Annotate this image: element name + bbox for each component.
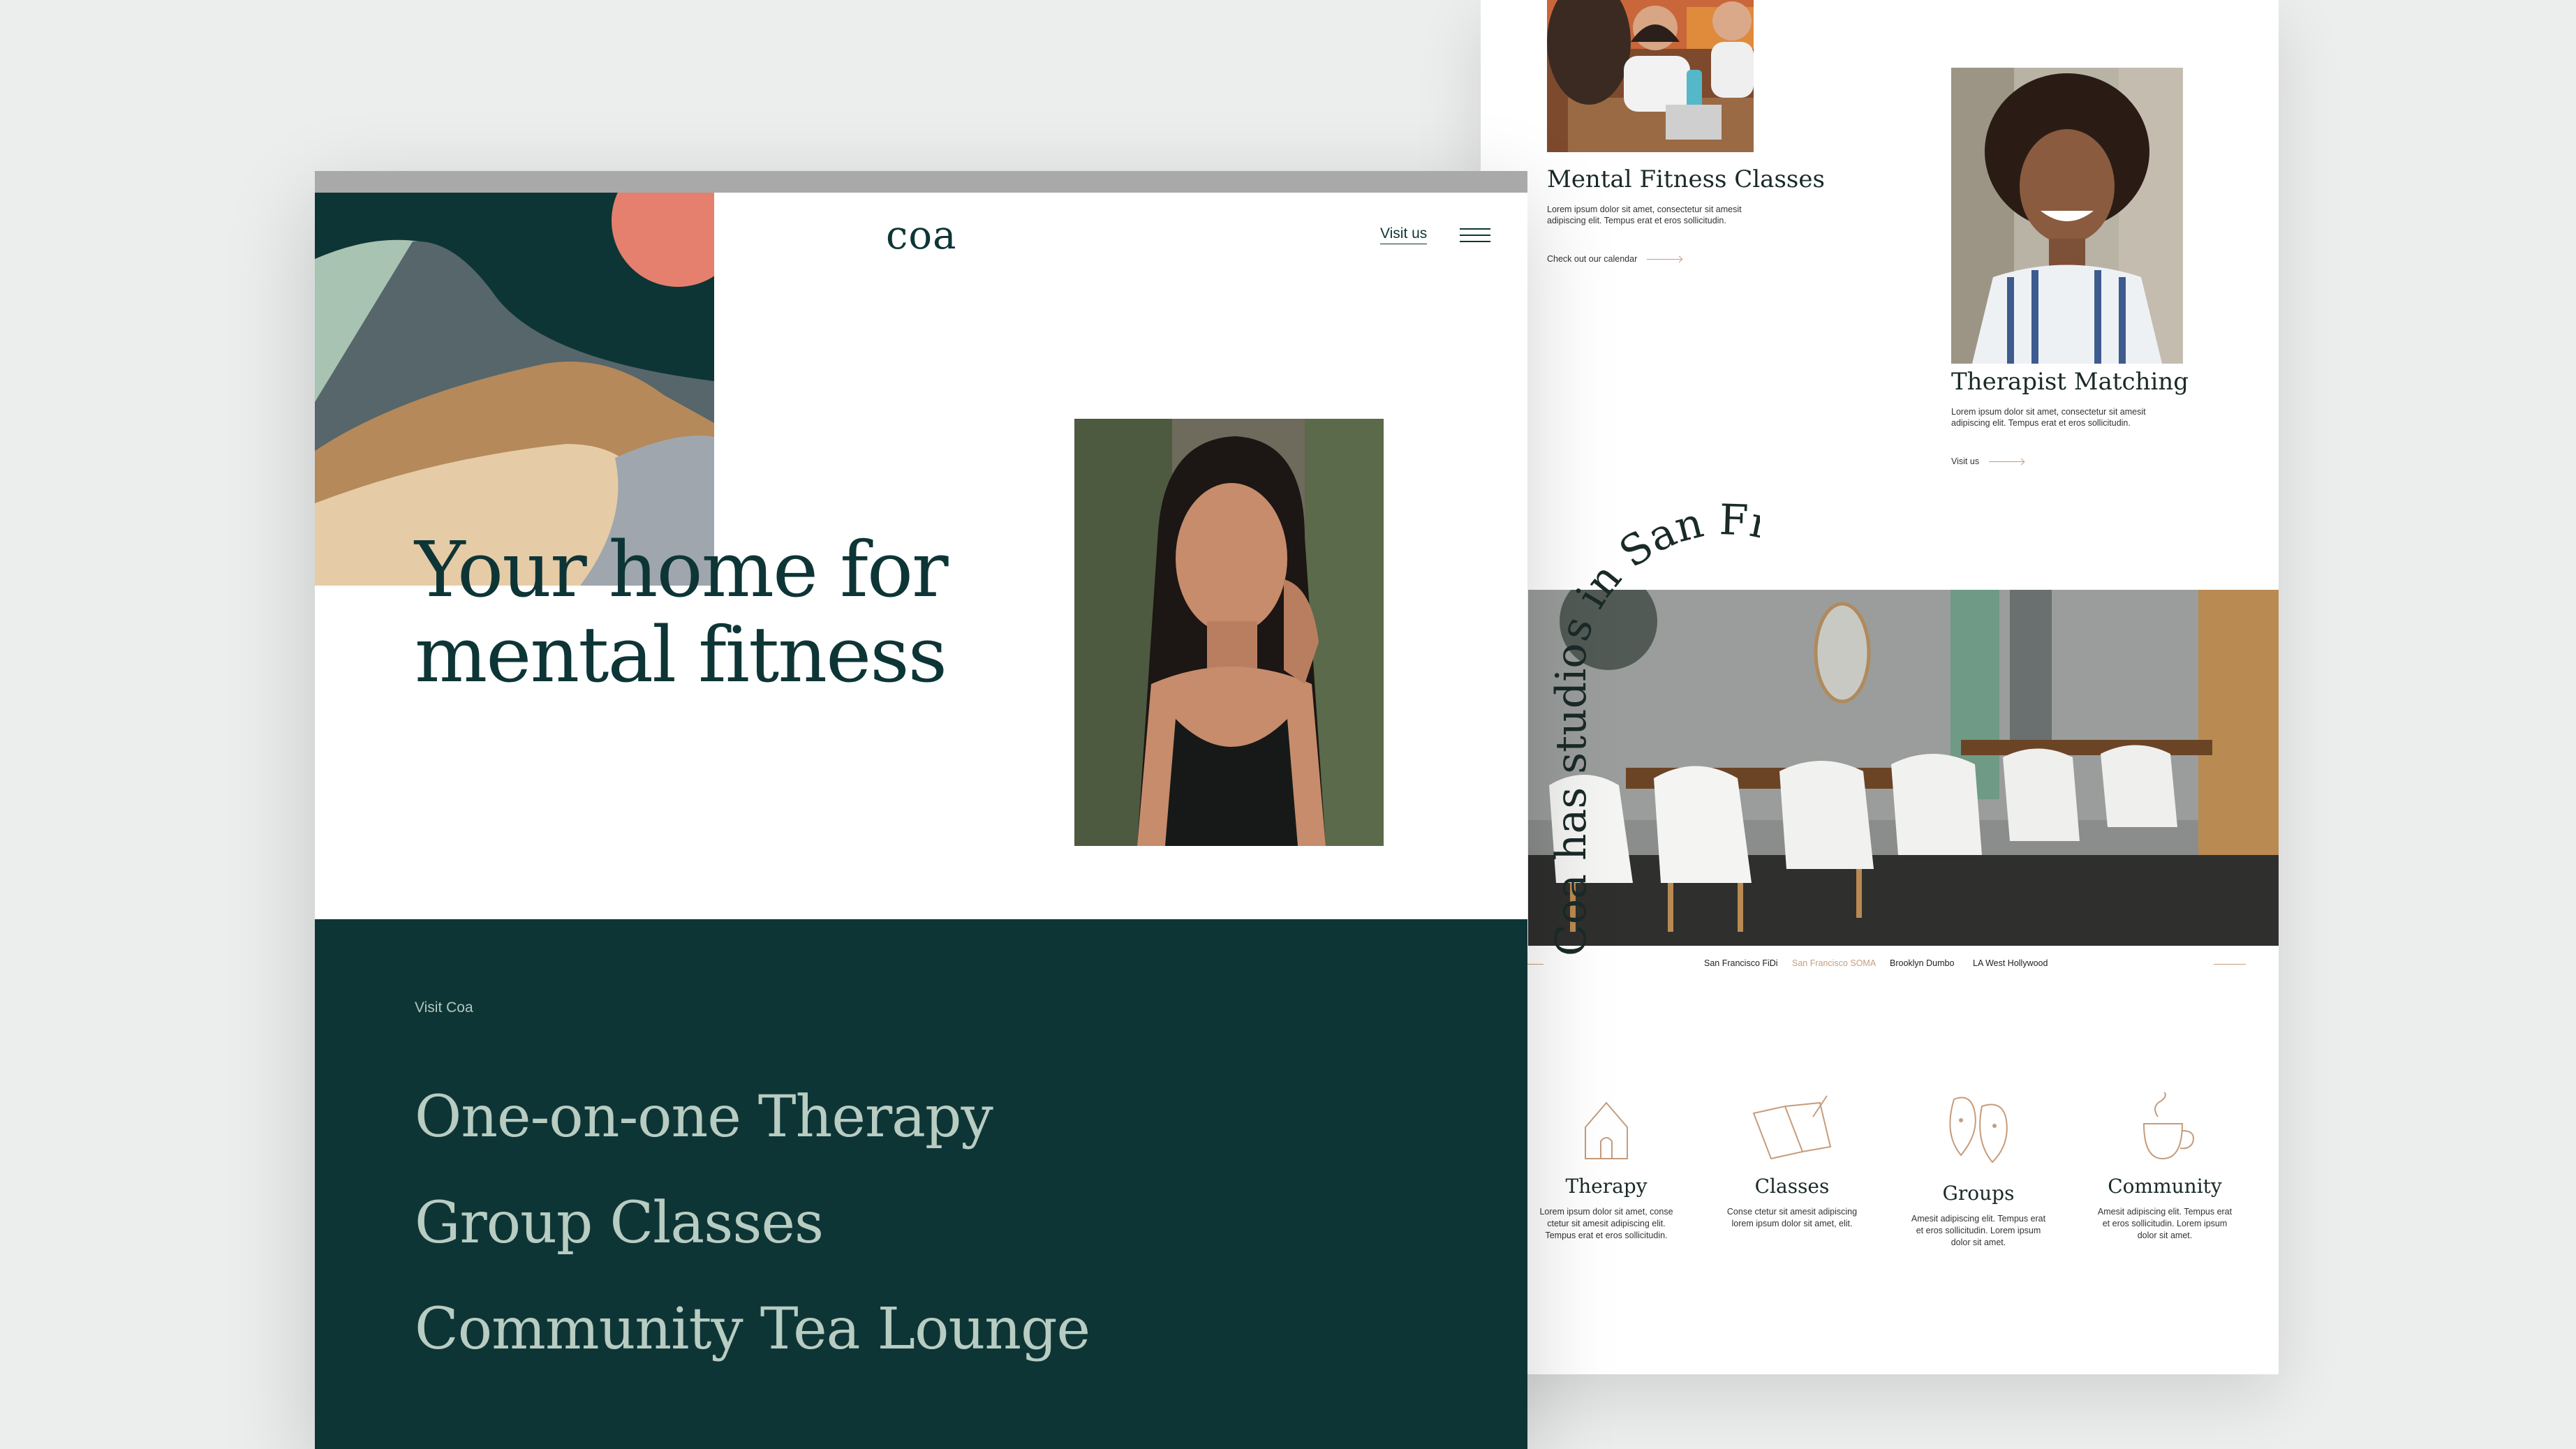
feature-desc-line: et eros sollicitudin. Lorem ipsum <box>2102 1219 2228 1228</box>
feature-desc-line: Tempus erat et eros sollicitudin. <box>1545 1231 1668 1240</box>
arrow-right-icon <box>1989 461 2024 462</box>
feature-classes: Classes Conse ctetur sit amesit adipisci… <box>1708 1092 1876 1230</box>
calendar-link[interactable]: Check out our calendar <box>1547 254 1682 264</box>
feature-desc-line: Conse ctetur sit amesit adipiscing <box>1726 1207 1858 1217</box>
service-link-group-classes[interactable]: Group Classes <box>415 1190 824 1256</box>
location-tab-active[interactable]: San Francisco SOMA <box>1792 958 1876 968</box>
feature-label: Groups <box>1942 1182 2015 1205</box>
calendar-link-label: Check out our calendar <box>1547 254 1638 264</box>
headline-line: mental fitness <box>415 610 947 699</box>
therapist-desc-line: Lorem ipsum dolor sit amet, consectetur … <box>1951 407 2146 417</box>
feature-desc-line: lorem ipsum dolor sit amet, elit. <box>1731 1219 1853 1228</box>
feature-desc-line: ctetur sit amesit adipiscing elit. <box>1547 1219 1666 1228</box>
mental-fitness-title: Mental Fitness Classes <box>1547 165 1825 193</box>
hero-headline: Your home for mental fitness <box>415 525 949 699</box>
location-tab[interactable]: San Francisco FiDi <box>1704 958 1778 968</box>
service-link-therapy[interactable]: One-on-one Therapy <box>415 1084 993 1150</box>
service-link-tea-lounge[interactable]: Community Tea Lounge <box>415 1296 1090 1362</box>
headline-line: Your home for <box>415 525 949 614</box>
visit-coa-eyebrow: Visit Coa <box>415 1000 473 1016</box>
coa-logo[interactable]: coa <box>886 213 956 258</box>
therapist-visit-label: Visit us <box>1951 456 1980 466</box>
feature-label: Classes <box>1754 1175 1830 1198</box>
therapist-photo <box>1951 68 2183 364</box>
mental-fitness-description: Lorem ipsum dolor sit amet, consectetur … <box>1547 204 1742 226</box>
therapist-desc-line: adipiscing elit. Tempus erat et eros sol… <box>1951 418 2131 428</box>
notebook-icon <box>1752 1095 1832 1160</box>
feature-label: Community <box>2108 1175 2222 1198</box>
faces-icon <box>1949 1097 2008 1164</box>
teacup-icon <box>2142 1092 2194 1160</box>
therapist-visit-link[interactable]: Visit us <box>1951 456 2024 466</box>
next-arrow-icon[interactable] <box>2214 964 2246 965</box>
browser-top-bar <box>315 171 1527 193</box>
classes-photo <box>1547 0 1754 152</box>
feature-groups: Groups Amesit adipiscing elit. Tempus er… <box>1895 1092 2062 1249</box>
feature-description: Amesit adipiscing elit. Tempus erat et e… <box>1895 1213 2062 1249</box>
feature-label: Therapy <box>1565 1175 1648 1198</box>
location-tabs: San Francisco FiDi San Francisco SOMA Br… <box>1481 953 2279 981</box>
feature-therapy: Therapy Lorem ipsum dolor sit amet, cons… <box>1523 1092 1690 1242</box>
mental-fitness-desc-line: Lorem ipsum dolor sit amet, consectetur … <box>1547 205 1742 214</box>
arrow-right-icon <box>1647 258 1682 260</box>
mental-fitness-desc-line: adipiscing elit. Tempus erat et eros sol… <box>1547 216 1726 225</box>
location-tab[interactable]: LA West Hollywood <box>1973 958 2048 968</box>
feature-desc-line: Lorem ipsum dolor sit amet, conse <box>1539 1207 1673 1217</box>
studios-page: Mental Fitness Classes Lorem ipsum dolor… <box>1481 0 2279 1374</box>
feature-description: Amesit adipiscing elit. Tempus erat et e… <box>2081 1206 2249 1242</box>
home-page: coa Visit us Your home for mental fitnes… <box>315 171 1527 1449</box>
feature-desc-line: et eros sollicitudin. Lorem ipsum <box>1916 1226 2041 1235</box>
therapist-portrait-illustration <box>1951 68 2183 364</box>
hamburger-menu-icon[interactable] <box>1460 228 1490 242</box>
visit-us-link[interactable]: Visit us <box>1380 225 1428 244</box>
feature-desc-line: Amesit adipiscing elit. Tempus erat <box>1911 1214 2046 1224</box>
feature-community: Community Amesit adipiscing elit. Tempus… <box>2081 1092 2249 1242</box>
services-section <box>315 919 1527 1449</box>
therapist-matching-title: Therapist Matching <box>1951 368 2189 396</box>
feature-desc-line: dolor sit amet. <box>2137 1231 2193 1240</box>
location-tab[interactable]: Brooklyn Dumbo <box>1890 958 1954 968</box>
group-photo-illustration <box>1547 0 1754 152</box>
feature-description: Conse ctetur sit amesit adipiscing lorem… <box>1708 1206 1876 1230</box>
woman-portrait-photo <box>1074 419 1384 846</box>
feature-desc-line: Amesit adipiscing elit. Tempus erat <box>2097 1207 2233 1217</box>
feature-desc-line: dolor sit amet. <box>1950 1238 2006 1247</box>
feature-description: Lorem ipsum dolor sit amet, conse ctetur… <box>1523 1206 1690 1242</box>
house-icon <box>1585 1101 1628 1159</box>
therapist-matching-description: Lorem ipsum dolor sit amet, consectetur … <box>1951 406 2146 429</box>
